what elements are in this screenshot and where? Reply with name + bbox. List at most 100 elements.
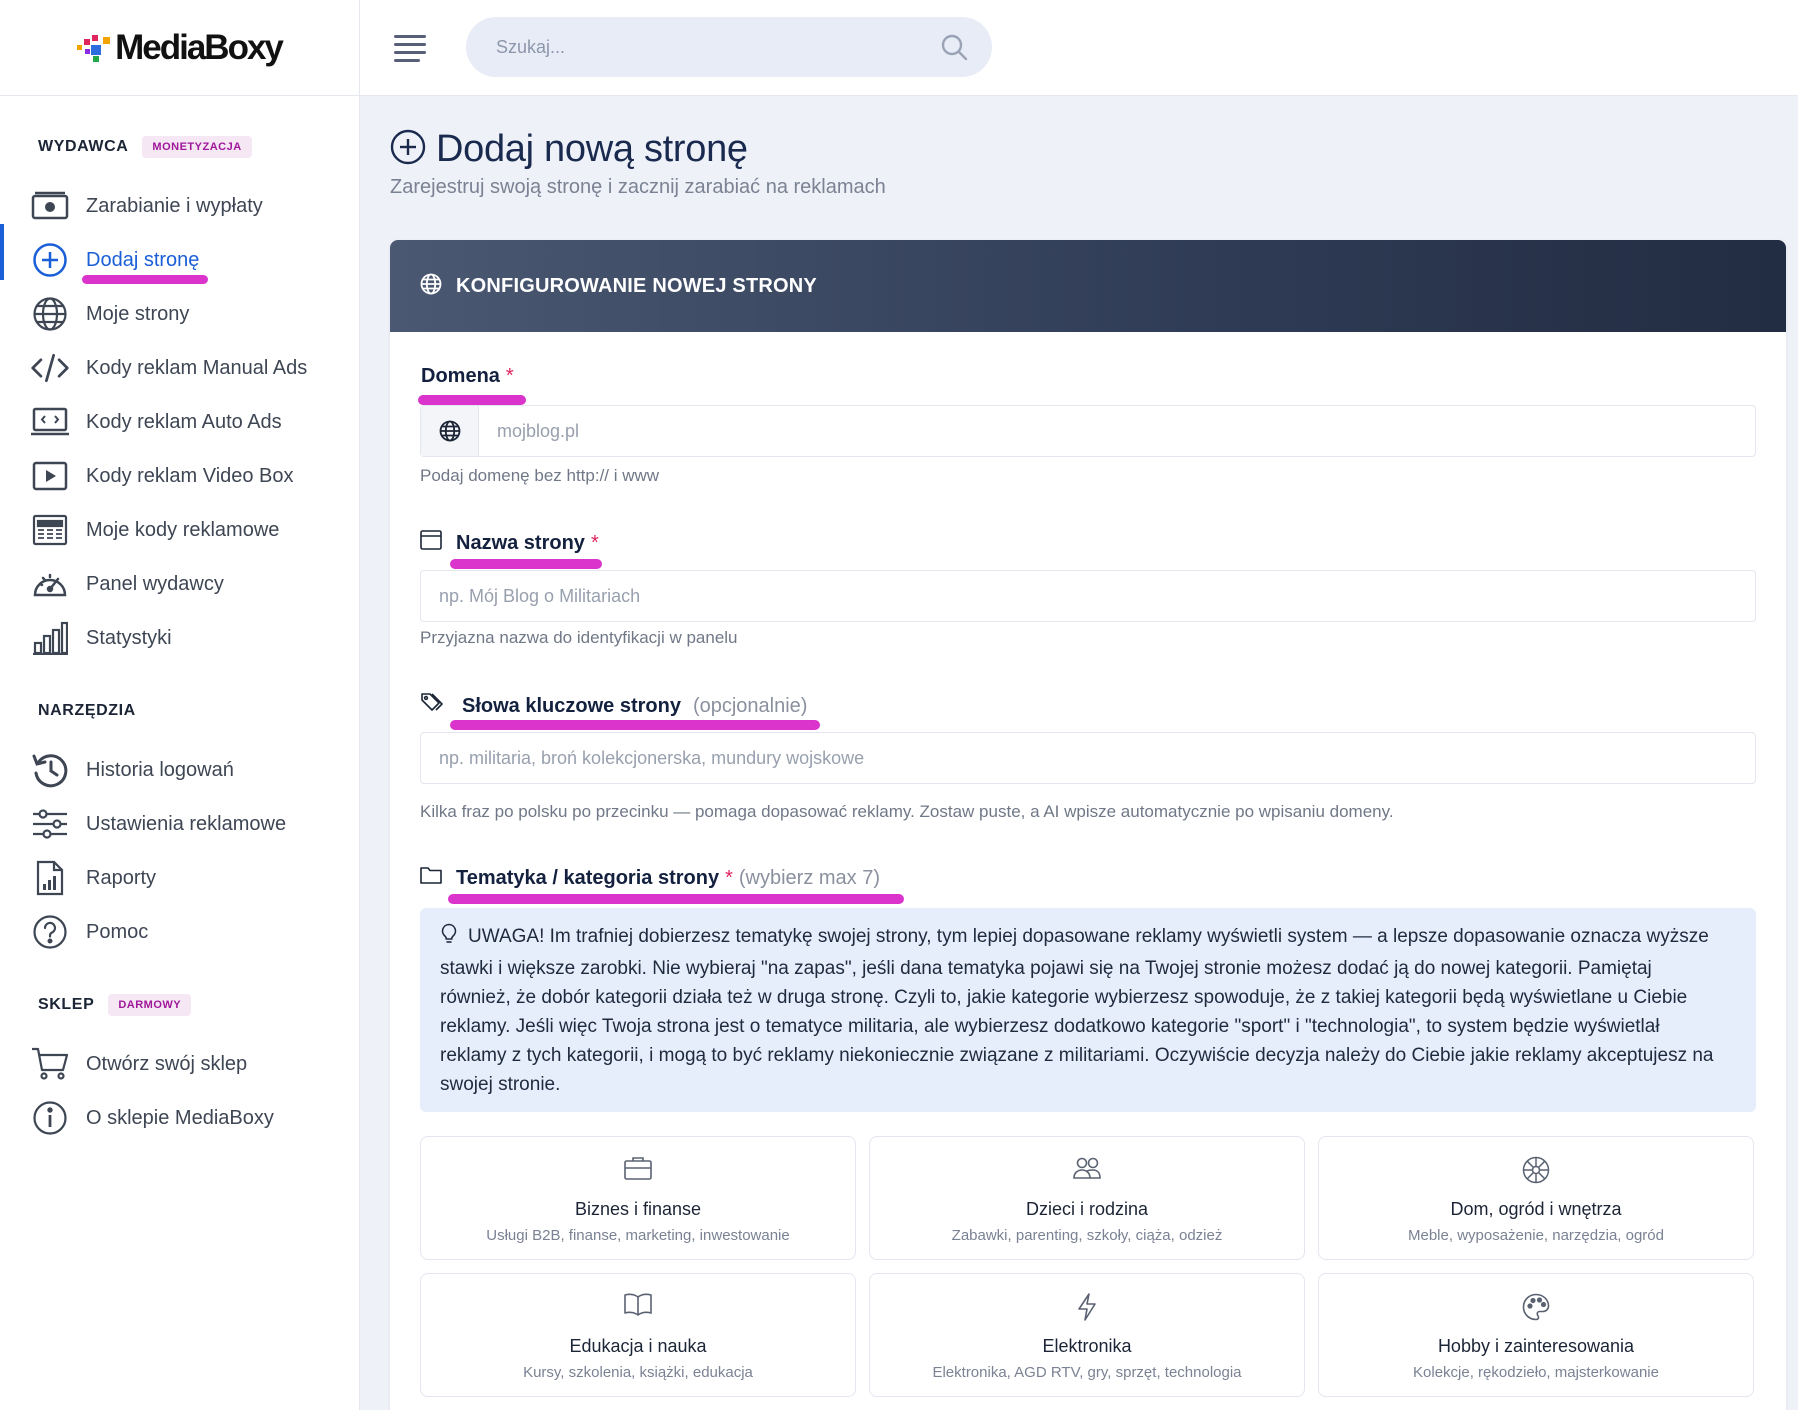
category-desc: Usługi B2B, finanse, marketing, inwestow… [486,1227,790,1244]
sidebar-item-label: Kody reklam Manual Ads [86,356,308,379]
optional-mark: (opcjonalnie) [692,694,808,717]
section-title: WYDAWCA [38,138,129,155]
category-desc: Elektronika, AGD RTV, gry, sprzęt, techn… [932,1364,1242,1381]
domain-input[interactable] [421,406,1755,456]
site-config-card: KONFIGUROWANIE NOWEJ STRONY Domena * Pod… [390,240,1786,1410]
category-tile-hobby[interactable]: Hobby i zainteresowania Kolekcje, rękodz… [1318,1273,1754,1397]
sidebar-item-label: Raporty [86,866,157,889]
sidebar-item-label: Dodaj stronę [86,248,200,271]
globe-icon [420,273,442,300]
globe-icon [421,406,479,456]
sidebar-item-label: Kody reklam Auto Ads [86,410,282,433]
browser-window-icon [420,530,442,556]
sidebar-item-label: Zarabianie i wypłaty [86,194,263,217]
site-name-label-text: Nazwa strony [456,531,585,554]
category-tile-dzieci[interactable]: Dzieci i rodzina Zabawki, parenting, szk… [869,1136,1305,1260]
history-icon [30,750,70,790]
info-icon [30,1098,70,1138]
sidebar-item-raporty[interactable]: Raporty [0,855,360,901]
lightbulb-icon [440,923,458,954]
sidebar-item-zarabianie[interactable]: Zarabianie i wypłaty [0,183,360,229]
report-icon [30,858,70,898]
plus-circle-icon [390,129,426,170]
sidebar-item-pomoc[interactable]: Pomoc [0,909,360,955]
palette-icon [1319,1292,1753,1322]
category-desc: Zabawki, parenting, szkoły, ciąża, odzie… [951,1227,1223,1244]
lightning-icon [870,1292,1304,1322]
page-subtitle: Zarejestruj swoją stronę i zacznij zarab… [390,176,886,198]
section-sklep: SKLEP DARMOWY [0,990,192,1020]
help-icon [30,912,70,952]
required-mark: * [505,365,514,387]
card-header: KONFIGUROWANIE NOWEJ STRONY [390,240,1786,332]
sidebar-item-label: Kody reklam Video Box [86,464,294,487]
highlight-mark [450,559,602,569]
sidebar-item-ustawienia[interactable]: Ustawienia reklamowe [0,801,360,847]
category-desc: Kolekcje, rękodzieło, majsterkowanie [1413,1364,1659,1381]
sidebar-item-label: Moje kody reklamowe [86,518,280,541]
highlight-mark [82,275,208,284]
sidebar-item-manual-ads[interactable]: Kody reklam Manual Ads [0,345,360,391]
sidebar-item-label: Panel wydawcy [86,572,224,595]
section-wydawca: WYDAWCA MONETYZACJA [0,132,252,162]
sidebar-item-moje-kody[interactable]: Moje kody reklamowe [0,507,360,553]
category-tile-biznes[interactable]: Biznes i finanse Usługi B2B, finanse, ma… [420,1136,856,1260]
notice-text: UWAGA! Im trafniej dobierzesz tematykę s… [440,926,1714,1095]
category-title: Dom, ogród i wnętrza [1450,1199,1622,1219]
category-tile-edukacja[interactable]: Edukacja i nauka Kursy, szkolenia, książ… [420,1273,856,1397]
book-icon [421,1292,855,1322]
required-mark: * [590,531,599,554]
site-name-input[interactable] [421,571,1755,621]
category-tile-dom[interactable]: Dom, ogród i wnętrza Meble, wyposażenie,… [1318,1136,1754,1260]
topbar [360,0,1798,96]
card-title: KONFIGUROWANIE NOWEJ STRONY [456,274,817,297]
sidebar-item-statystyki[interactable]: Statystyki [0,615,360,661]
money-icon [30,186,70,226]
sidebar-item-panel-wydawcy[interactable]: Panel wydawcy [0,561,360,607]
search-input[interactable] [466,17,992,77]
laptop-code-icon [30,402,70,442]
logo-area: MediaBoxy [0,0,359,96]
page-title: Dodaj nową stronę [436,128,748,170]
highlight-mark [418,395,526,405]
category-label: Tematyka / kategoria strony * (wybierz m… [420,866,880,890]
logo-text: MediaBoxy [115,27,284,67]
briefcase-icon [421,1155,855,1185]
category-tile-elektronika[interactable]: Elektronika Elektronika, AGD RTV, gry, s… [869,1273,1305,1397]
category-title: Biznes i finanse [574,1199,702,1219]
site-name-help: Przyjazna nazwa do identyfikacji w panel… [420,628,738,647]
category-title: Elektronika [1042,1336,1132,1356]
sidebar-item-video-box[interactable]: Kody reklam Video Box [0,453,360,499]
sidebar-item-otworz-sklep[interactable]: Otwórz swój sklep [0,1041,360,1087]
page-heading: Dodaj nową stronę [390,128,748,171]
sidebar-item-moje-strony[interactable]: Moje strony [0,291,360,337]
keywords-field [420,732,1756,784]
domain-label: Domena * [421,365,514,388]
newspaper-icon [30,510,70,550]
logo[interactable]: MediaBoxy [77,27,284,68]
cart-icon [30,1044,70,1084]
category-desc: Kursy, szkolenia, książki, edukacja [523,1364,753,1381]
highlight-mark [450,720,820,730]
sidebar: MediaBoxy WYDAWCA MONETYZACJA Zarabianie… [0,0,360,1410]
sidebar-item-label: Otwórz swój sklep [86,1052,248,1075]
site-name-label: Nazwa strony * [420,530,599,556]
menu-toggle-icon[interactable] [394,28,434,68]
keywords-label-text: Słowa kluczowe strony [462,694,681,717]
video-icon [30,456,70,496]
code-icon [30,348,70,388]
bar-chart-icon [30,618,70,658]
flower-icon [1319,1155,1753,1185]
keywords-input[interactable] [421,733,1755,783]
plus-circle-icon [30,240,70,280]
sidebar-item-historia[interactable]: Historia logowań [0,747,360,793]
speedometer-icon [30,564,70,604]
search-icon[interactable] [940,33,968,66]
sidebar-item-auto-ads[interactable]: Kody reklam Auto Ads [0,399,360,445]
sidebar-item-o-sklepie[interactable]: O sklepie MediaBoxy [0,1095,360,1141]
highlight-mark [448,894,904,904]
sliders-icon [30,804,70,844]
domain-label-text: Domena [421,365,500,387]
category-label-text: Tematyka / kategoria strony [456,866,720,889]
category-desc: Meble, wyposażenie, narzędzia, ogród [1408,1227,1664,1244]
